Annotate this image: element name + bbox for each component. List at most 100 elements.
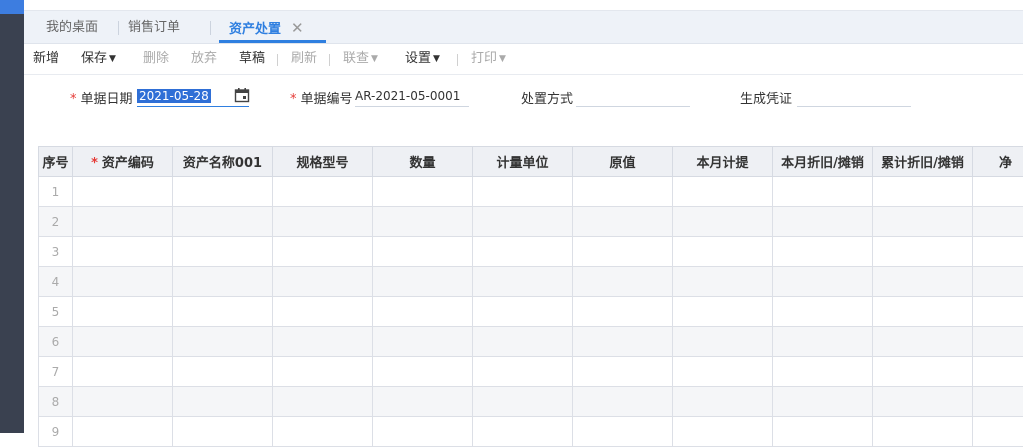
- table-cell[interactable]: [173, 357, 273, 387]
- table-cell[interactable]: [273, 237, 373, 267]
- table-cell[interactable]: [373, 387, 473, 417]
- tab-asset-disposal[interactable]: 资产处置✕: [229, 11, 304, 43]
- table-cell[interactable]: [773, 327, 873, 357]
- table-cell[interactable]: [473, 387, 573, 417]
- table-cell[interactable]: [673, 387, 773, 417]
- table-row[interactable]: 1: [39, 177, 1023, 207]
- table-cell[interactable]: [73, 327, 173, 357]
- column-header[interactable]: 计量单位: [473, 147, 573, 177]
- column-header[interactable]: 净: [973, 147, 1023, 177]
- linked-query-button[interactable]: 联查▼: [343, 44, 378, 74]
- table-cell[interactable]: [773, 417, 873, 447]
- column-header[interactable]: 本月折旧/摊销: [773, 147, 873, 177]
- table-cell[interactable]: [873, 177, 973, 207]
- table-cell[interactable]: [973, 267, 1023, 297]
- table-cell[interactable]: [973, 237, 1023, 267]
- table-cell[interactable]: [573, 417, 673, 447]
- table-row[interactable]: 7: [39, 357, 1023, 387]
- voucher-field[interactable]: [797, 86, 911, 107]
- column-header[interactable]: 累计折旧/摊销: [873, 147, 973, 177]
- table-row[interactable]: 8: [39, 387, 1023, 417]
- doc-no-field[interactable]: AR-2021-05-0001: [355, 86, 469, 107]
- settings-button[interactable]: 设置▼: [405, 44, 440, 74]
- table-cell[interactable]: [273, 207, 373, 237]
- refresh-button[interactable]: 刷新: [291, 44, 317, 74]
- table-cell[interactable]: [373, 357, 473, 387]
- table-row[interactable]: 4: [39, 267, 1023, 297]
- table-cell[interactable]: [273, 177, 373, 207]
- table-cell[interactable]: [673, 267, 773, 297]
- print-button[interactable]: 打印▼: [471, 44, 506, 74]
- table-cell[interactable]: [773, 207, 873, 237]
- table-cell[interactable]: [673, 357, 773, 387]
- column-header[interactable]: 原值: [573, 147, 673, 177]
- table-cell[interactable]: [73, 387, 173, 417]
- tab-my-desktop[interactable]: 我的桌面: [46, 11, 98, 43]
- table-cell[interactable]: [573, 297, 673, 327]
- table-cell[interactable]: [73, 417, 173, 447]
- draft-button[interactable]: 草稿: [239, 44, 265, 74]
- table-cell[interactable]: [373, 207, 473, 237]
- table-cell[interactable]: [673, 237, 773, 267]
- table-cell[interactable]: [73, 207, 173, 237]
- table-cell[interactable]: [173, 237, 273, 267]
- calendar-icon[interactable]: [234, 87, 250, 103]
- table-cell[interactable]: [173, 207, 273, 237]
- table-cell[interactable]: [173, 297, 273, 327]
- table-cell[interactable]: [473, 327, 573, 357]
- table-row[interactable]: 2: [39, 207, 1023, 237]
- save-button[interactable]: 保存▼: [81, 44, 116, 74]
- table-cell[interactable]: [173, 327, 273, 357]
- table-cell[interactable]: [273, 267, 373, 297]
- table-cell[interactable]: [73, 267, 173, 297]
- table-cell[interactable]: [873, 417, 973, 447]
- table-cell[interactable]: [373, 267, 473, 297]
- close-icon[interactable]: ✕: [291, 19, 304, 37]
- table-cell[interactable]: [73, 237, 173, 267]
- table-cell[interactable]: [473, 417, 573, 447]
- table-row[interactable]: 3: [39, 237, 1023, 267]
- table-cell[interactable]: [673, 417, 773, 447]
- table-cell[interactable]: [773, 387, 873, 417]
- table-cell[interactable]: [373, 417, 473, 447]
- table-row[interactable]: 6: [39, 327, 1023, 357]
- table-cell[interactable]: [673, 327, 773, 357]
- table-cell[interactable]: [73, 297, 173, 327]
- table-cell[interactable]: [173, 387, 273, 417]
- table-cell[interactable]: [973, 297, 1023, 327]
- table-cell[interactable]: [273, 297, 373, 327]
- table-cell[interactable]: [673, 297, 773, 327]
- table-cell[interactable]: [73, 357, 173, 387]
- table-row[interactable]: 5: [39, 297, 1023, 327]
- table-cell[interactable]: [373, 297, 473, 327]
- table-cell[interactable]: [973, 207, 1023, 237]
- table-cell[interactable]: [473, 267, 573, 297]
- table-cell[interactable]: [473, 357, 573, 387]
- table-cell[interactable]: [873, 297, 973, 327]
- table-cell[interactable]: [873, 207, 973, 237]
- table-cell[interactable]: [373, 237, 473, 267]
- discard-button[interactable]: 放弃: [191, 44, 217, 74]
- table-cell[interactable]: [873, 327, 973, 357]
- table-cell[interactable]: [573, 267, 673, 297]
- table-cell[interactable]: [573, 177, 673, 207]
- doc-date-field[interactable]: 2021-05-28: [137, 86, 249, 107]
- disposal-method-field[interactable]: [576, 86, 690, 107]
- table-cell[interactable]: [273, 417, 373, 447]
- column-header[interactable]: 规格型号: [273, 147, 373, 177]
- table-cell[interactable]: [573, 357, 673, 387]
- table-cell[interactable]: [873, 357, 973, 387]
- table-cell[interactable]: [873, 267, 973, 297]
- table-cell[interactable]: [873, 387, 973, 417]
- column-header[interactable]: 序号: [39, 147, 73, 177]
- table-cell[interactable]: [773, 297, 873, 327]
- table-cell[interactable]: [773, 237, 873, 267]
- table-cell[interactable]: [173, 417, 273, 447]
- table-cell[interactable]: [373, 327, 473, 357]
- table-cell[interactable]: [473, 297, 573, 327]
- column-header[interactable]: 本月计提: [673, 147, 773, 177]
- table-cell[interactable]: [173, 267, 273, 297]
- table-cell[interactable]: [573, 387, 673, 417]
- new-button[interactable]: 新增: [33, 44, 59, 74]
- column-header[interactable]: 资产名称001: [173, 147, 273, 177]
